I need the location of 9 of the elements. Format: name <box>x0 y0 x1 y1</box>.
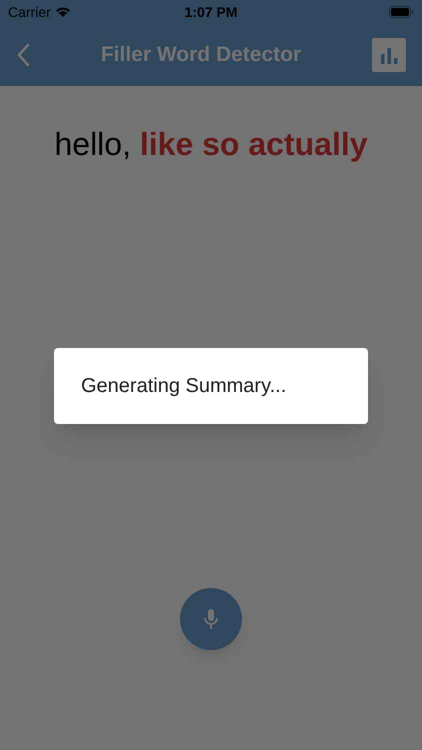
carrier-label: Carrier <box>8 2 51 22</box>
clock-label: 1:07 PM <box>184 2 238 22</box>
bar-chart-icon[interactable] <box>372 38 406 72</box>
back-icon[interactable] <box>16 43 30 67</box>
dialog-message: Generating Summary... <box>81 374 286 399</box>
app-title: Filler Word Detector <box>100 42 302 68</box>
transcript-text: hello, like so actually <box>53 125 369 164</box>
wifi-icon <box>54 6 71 18</box>
microphone-icon <box>203 608 219 630</box>
